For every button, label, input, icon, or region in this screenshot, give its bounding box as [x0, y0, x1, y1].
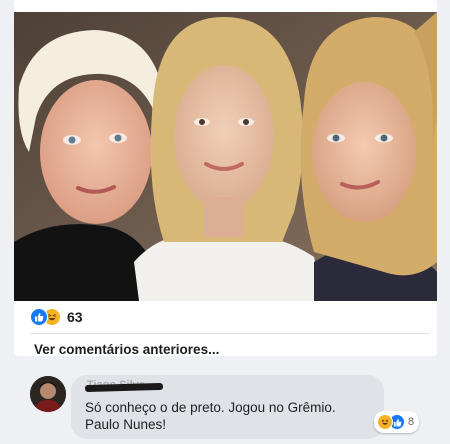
view-previous-comments-link[interactable]: Ver comentários anteriores... [34, 342, 219, 357]
redaction-scribble [84, 382, 164, 393]
avatar[interactable] [30, 376, 66, 412]
comment-text: Só conheço o de preto. Jogou no Grêmio. … [85, 399, 385, 433]
like-icon [30, 308, 48, 326]
facebook-post-screenshot: 63 Ver comentários anteriores... Tiago S… [0, 0, 450, 444]
comment-bubble: Tiago Silva Só conheço o de preto. Jogou… [71, 375, 384, 439]
selfie-image [14, 12, 437, 301]
post-reactions[interactable]: 63 [30, 307, 83, 327]
comment-author[interactable]: Tiago Silva [84, 379, 164, 393]
divider [30, 333, 429, 334]
comment-reactions[interactable]: 8 [374, 411, 420, 433]
reaction-count: 63 [67, 309, 83, 325]
comment-reaction-count: 8 [408, 416, 415, 428]
comment-text-line-1: Só conheço o de preto. Jogou no Grêmio. [85, 400, 336, 415]
haha-icon [377, 414, 393, 430]
post-card: 63 Ver comentários anteriores... [14, 0, 437, 357]
comment-text-line-2: Paulo Nunes! [85, 417, 167, 432]
post-photo[interactable] [14, 12, 437, 301]
